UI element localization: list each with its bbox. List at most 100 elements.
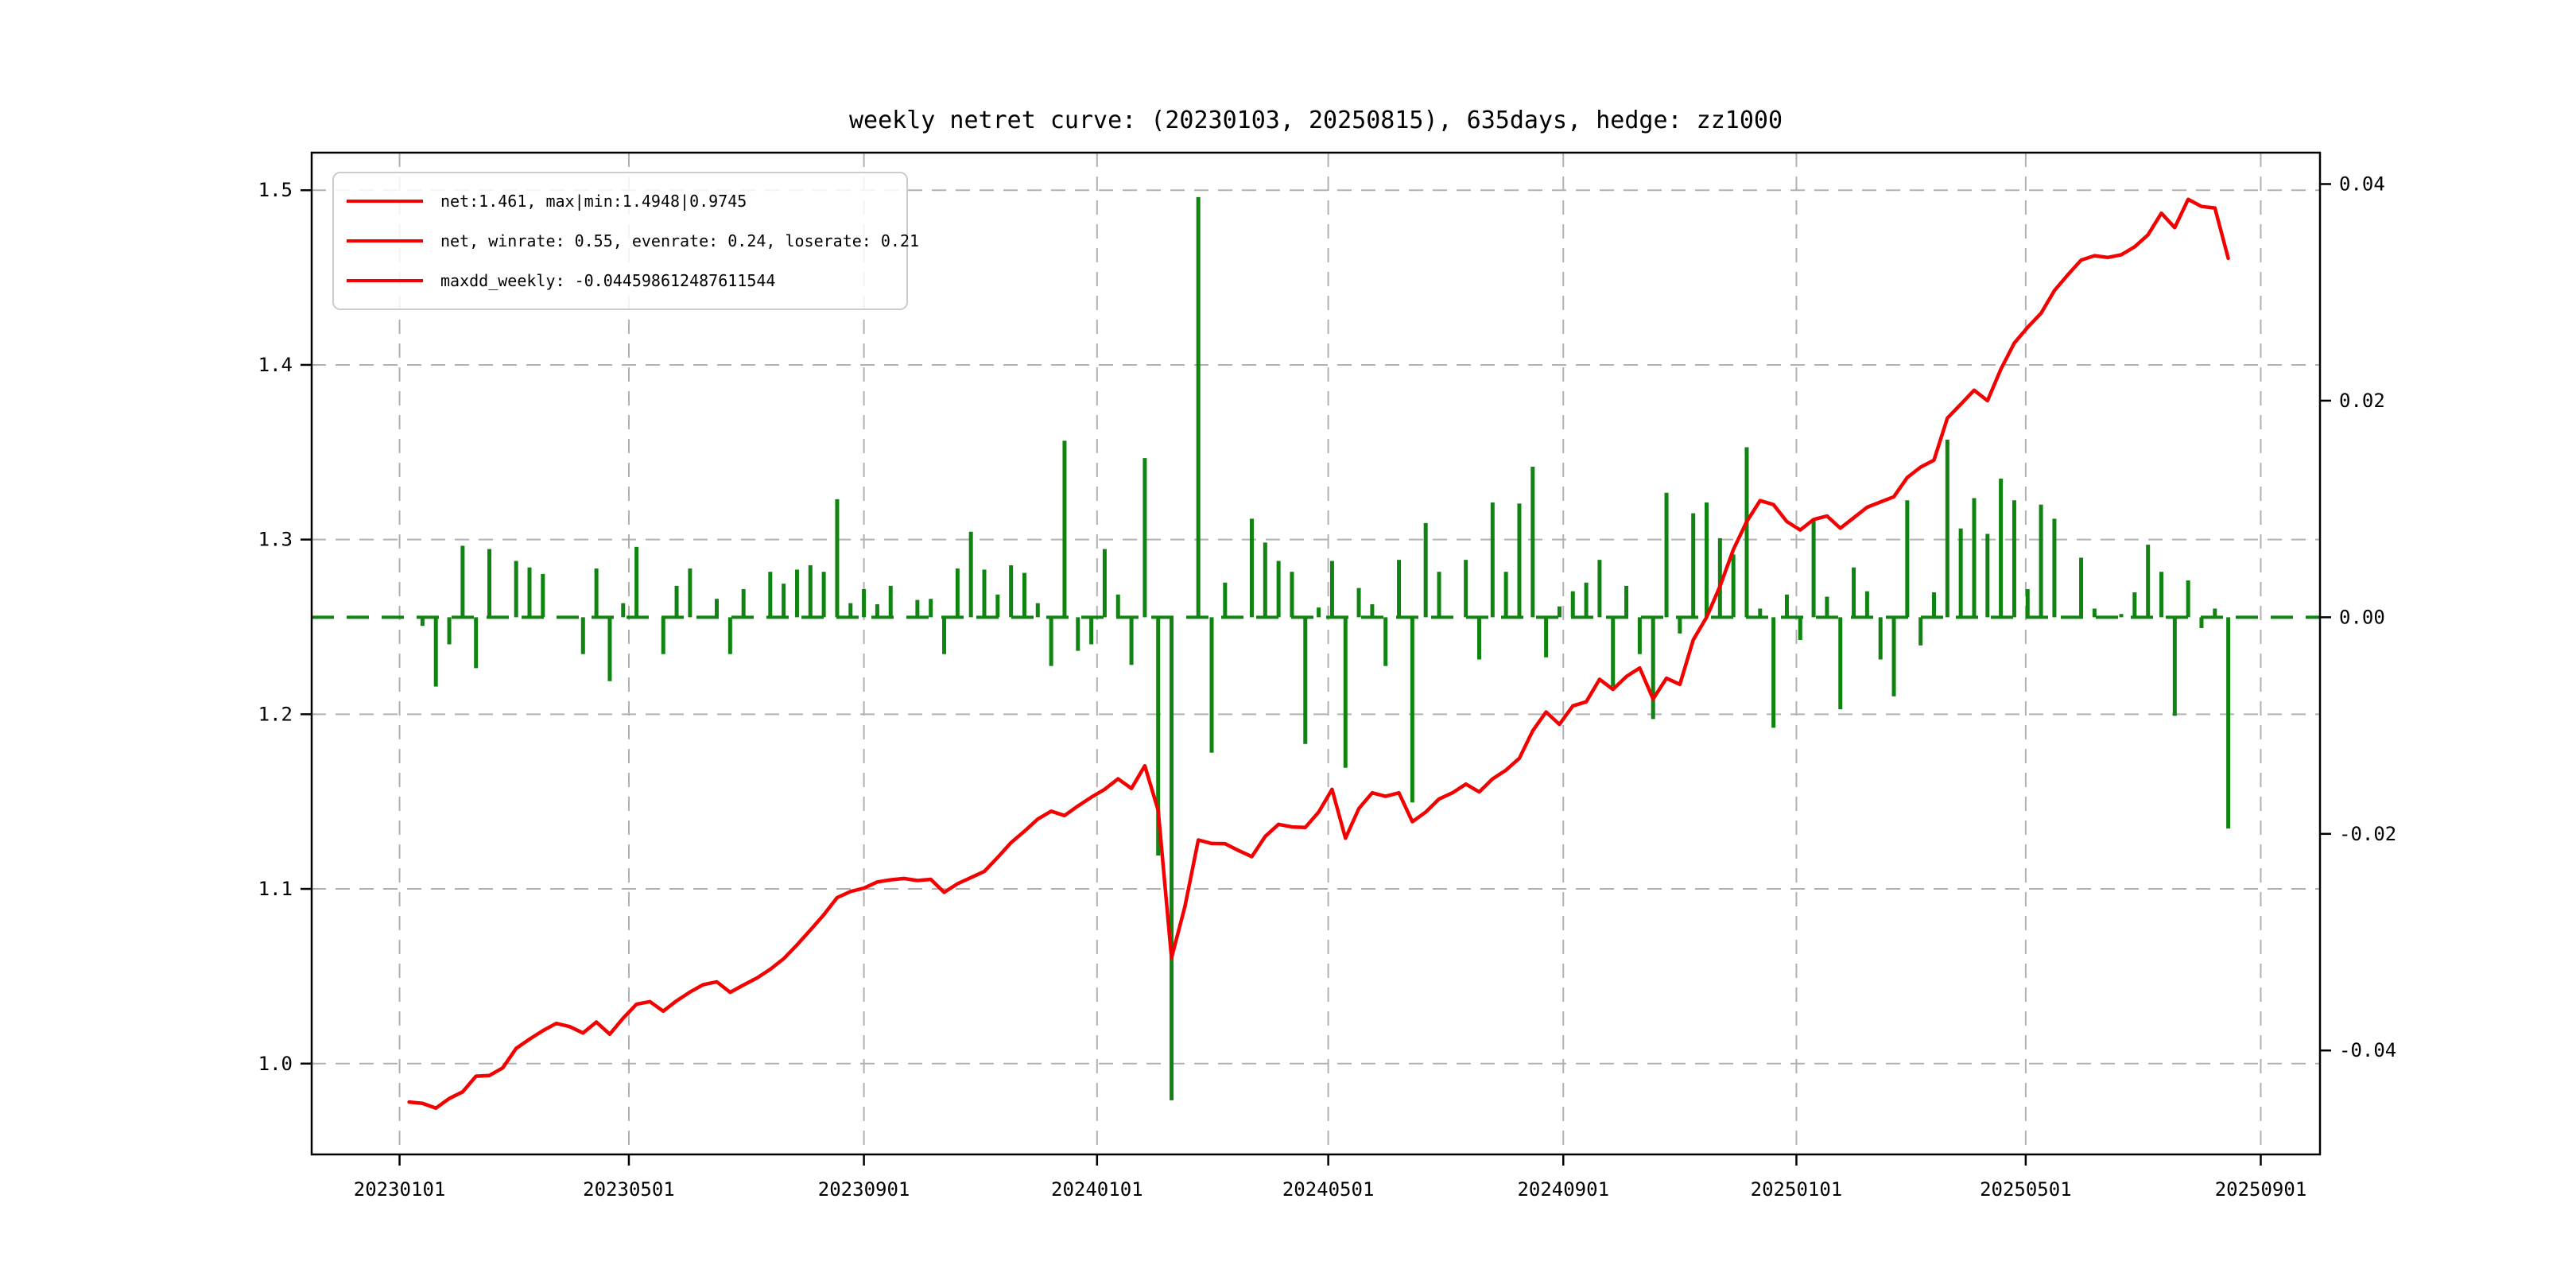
x-tick-label: 20230101 [354,1178,446,1201]
weekly-return-bar [1022,573,1026,618]
maxdd-line-swatch [347,279,423,282]
weekly-return-bar [1330,561,1334,618]
x-tick-label: 20240501 [1282,1178,1375,1201]
weekly-return-bar [1437,572,1441,617]
x-tick-label: 20250501 [1980,1178,2072,1201]
weekly-return-bar [1370,604,1374,617]
weekly-return-bar [1785,595,1789,618]
weekly-return-bar [889,586,893,618]
tick-labels: 1.01.11.21.31.41.50.040.020.00-0.02-0.04… [258,173,2397,1201]
weekly-return-bar [1624,586,1628,618]
weekly-return-bar [742,589,746,617]
weekly-return-bar [782,584,786,617]
weekly-return-bar [2120,614,2124,617]
weekly-return-bar [1303,617,1307,743]
x-tick-label: 20230901 [818,1178,910,1201]
weekly-return-bar [1263,542,1267,617]
weekly-return-bar [2213,608,2217,617]
weekly-return-bar [1464,560,1468,617]
weekly-return-bar [581,617,585,654]
y-left-tick-label: 1.5 [258,179,293,201]
weekly-return-bar [1946,440,1949,617]
weekly-return-bar [487,549,491,618]
weekly-return-bar [460,545,464,617]
weekly-return-bar [1317,607,1321,617]
weekly-return-bar [1972,499,1976,618]
weekly-return-bar [848,603,852,618]
legend-row-maxdd: maxdd_weekly: -0.044598612487611544 [347,271,894,290]
weekly-return-bar [1009,565,1013,617]
weekly-return-bar [434,617,438,686]
weekly-return-bar [1651,617,1655,719]
weekly-return-bar [675,586,679,618]
weekly-return-bar [1771,617,1775,727]
legend-label-winrate: net, winrate: 0.55, evenrate: 0.24, lose… [440,231,919,250]
y-left-tick-label: 1.4 [258,354,293,376]
weekly-return-bar [661,617,665,654]
weekly-return-bar [514,561,518,618]
weekly-return-bar [1558,607,1562,618]
weekly-return-bar [1197,197,1201,618]
weekly-return-bar [1530,467,1534,617]
weekly-return-bar [1611,617,1615,686]
weekly-return-bar [1424,523,1428,618]
winrate-line-swatch [347,239,423,242]
weekly-return-bar [1918,617,1922,645]
weekly-return-bar [862,589,866,617]
weekly-return-bar [2012,500,2016,617]
weekly-return-bar [1062,440,1066,617]
y-right-tick-label: -0.02 [2339,823,2396,845]
weekly-return-bar [1277,561,1281,618]
weekly-return-bar [1076,617,1080,650]
weekly-return-bar [1838,617,1842,709]
weekly-return-bar [1397,560,1401,617]
y-left-tick-label: 1.2 [258,703,293,725]
weekly-return-bar [956,568,960,617]
weekly-return-bar [607,617,611,681]
legend-row-net: net:1.461, max|min:1.4948|0.9745 [347,192,894,211]
weekly-return-bar [1798,617,1802,640]
weekly-return-bar [2226,617,2230,828]
weekly-return-bar [809,565,813,617]
weekly-return-bar [1905,500,1909,617]
y-right-tick-label: 0.02 [2339,390,2385,412]
weekly-return-bar [1585,583,1589,618]
weekly-return-bar [2173,617,2177,716]
weekly-return-bar [1985,533,1989,617]
weekly-return-bar [1344,617,1348,767]
weekly-return-bar [1504,572,1508,617]
weekly-return-bar [1892,617,1896,696]
weekly-return-bar [835,499,839,617]
weekly-return-bar [1290,572,1294,617]
weekly-return-bar [2186,580,2190,617]
y-right-tick-label: 0.00 [2339,606,2385,628]
legend-label-maxdd: maxdd_weekly: -0.044598612487611544 [440,271,775,290]
weekly-return-bar [1879,617,1883,659]
weekly-return-bar [822,572,826,617]
weekly-return-bar [1959,529,1963,618]
weekly-return-bar [1758,608,1762,617]
weekly-return-bar [1036,603,1040,618]
weekly-return-bar [969,532,973,618]
weekly-return-bar [541,574,545,617]
y-left-tick-label: 1.3 [258,529,293,551]
weekly-return-bar [621,603,625,618]
x-tick-label: 20240101 [1051,1178,1143,1201]
weekly-return-bar [474,617,478,668]
weekly-return-bar [1932,592,1936,617]
weekly-return-bar [1383,617,1387,665]
weekly-return-bar [2132,592,2136,617]
weekly-return-bar [1103,549,1107,618]
y-left-tick-label: 1.0 [258,1053,293,1075]
weekly-return-bar [1705,502,1709,617]
weekly-return-bar [875,604,879,617]
weekly-return-bar [728,617,732,654]
weekly-return-bar [1170,617,1174,1100]
weekly-return-bar [1210,617,1214,752]
weekly-return-bar [634,547,638,618]
weekly-return-bar [595,568,599,617]
weekly-return-bar [527,568,531,618]
weekly-return-bar [715,599,719,617]
weekly-return-bar [1732,554,1736,617]
weekly-return-bar [1678,617,1682,633]
